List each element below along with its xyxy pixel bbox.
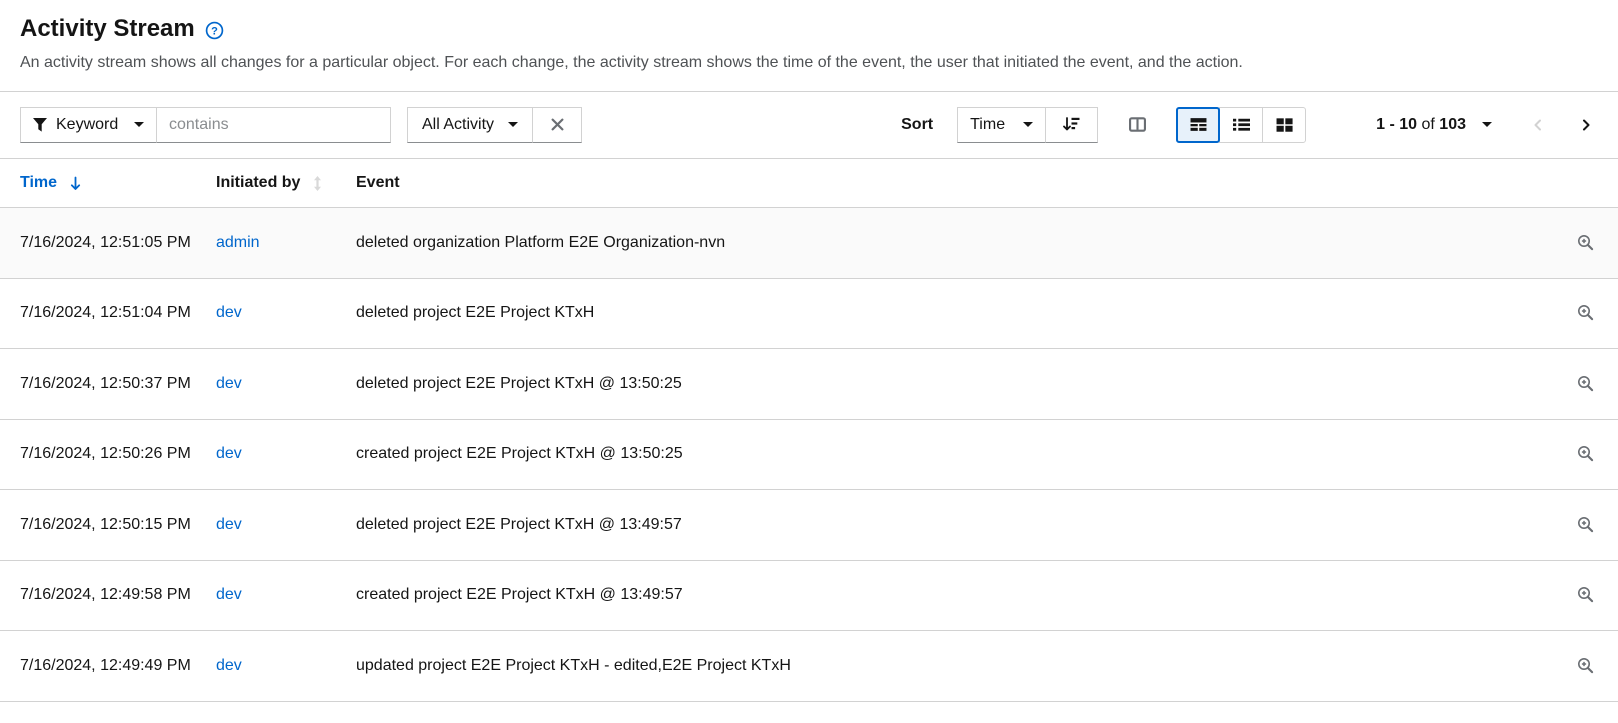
initiated-by-link[interactable]: dev [216, 304, 356, 322]
view-event-details-button[interactable] [1573, 371, 1598, 396]
sort-field-label: Time [970, 116, 1005, 134]
event-time: 7/16/2024, 12:51:05 PM [20, 234, 216, 252]
search-plus-icon [1577, 304, 1594, 321]
search-plus-icon [1577, 586, 1594, 603]
next-page-button[interactable] [1574, 113, 1598, 137]
view-event-details-button[interactable] [1573, 441, 1598, 466]
table-body: 7/16/2024, 12:51:05 PM admin deleted org… [0, 208, 1618, 702]
column-header-time[interactable]: Time [20, 174, 216, 192]
filter-icon [33, 118, 47, 132]
view-event-details-button[interactable] [1573, 230, 1598, 255]
event-time: 7/16/2024, 12:51:04 PM [20, 304, 216, 322]
event-description: deleted organization Platform E2E Organi… [356, 234, 1558, 252]
sort-label: Sort [901, 116, 933, 134]
help-button[interactable]: ? [205, 21, 224, 40]
event-description: deleted project E2E Project KTxH @ 13:50… [356, 375, 1558, 393]
card-view-icon [1276, 116, 1293, 133]
pagination-range-label: 1 - 10 of 103 [1376, 116, 1466, 134]
event-time: 7/16/2024, 12:50:15 PM [20, 516, 216, 534]
table-view-icon [1190, 116, 1207, 133]
initiated-by-link[interactable]: dev [216, 516, 356, 534]
search-plus-icon [1577, 516, 1594, 533]
table-row: 7/16/2024, 12:50:15 PM dev deleted proje… [0, 490, 1618, 561]
event-description: created project E2E Project KTxH @ 13:49… [356, 586, 1558, 604]
sort-amount-down-icon [1063, 117, 1080, 132]
chevron-right-icon [1579, 118, 1593, 132]
list-view-icon [1233, 116, 1250, 133]
page-header: Activity Stream ? An activity stream sho… [0, 0, 1618, 73]
search-plus-icon [1577, 375, 1594, 392]
sort-group: Time [957, 107, 1098, 143]
table-view-button[interactable] [1176, 107, 1220, 143]
event-time: 7/16/2024, 12:50:37 PM [20, 375, 216, 393]
search-plus-icon [1577, 445, 1594, 462]
initiated-by-link[interactable]: dev [216, 657, 356, 675]
chevron-down-icon [1023, 122, 1033, 127]
toolbar-right: Sort Time [901, 107, 1598, 143]
clear-filter-button[interactable] [532, 107, 582, 143]
previous-page-button[interactable] [1526, 113, 1550, 137]
event-description: updated project E2E Project KTxH - edite… [356, 657, 1558, 675]
initiated-by-link[interactable]: dev [216, 586, 356, 604]
chevron-down-icon [134, 122, 144, 127]
filter-attribute-label: Keyword [56, 116, 118, 134]
page-title: Activity Stream [20, 14, 195, 44]
per-page-dropdown[interactable] [1474, 122, 1500, 127]
table-header-row: Time Initiated by Event [0, 159, 1618, 208]
event-time: 7/16/2024, 12:50:26 PM [20, 445, 216, 463]
table-row: 7/16/2024, 12:50:26 PM dev created proje… [0, 420, 1618, 491]
initiated-by-link[interactable]: dev [216, 375, 356, 393]
view-event-details-button[interactable] [1573, 512, 1598, 537]
chevron-down-icon [508, 122, 518, 127]
activity-type-label: All Activity [422, 116, 494, 134]
column-header-initiated-by[interactable]: Initiated by [216, 174, 356, 192]
view-event-details-button[interactable] [1573, 300, 1598, 325]
list-view-button[interactable] [1219, 107, 1263, 143]
activity-type-dropdown[interactable]: All Activity [407, 107, 532, 143]
activity-table: Time Initiated by Event 7/16/2024, 12:51… [0, 159, 1618, 702]
activity-filter-group: All Activity [407, 107, 582, 143]
toolbar: Keyword All Activity Sort Time [0, 91, 1618, 159]
card-view-button[interactable] [1262, 107, 1306, 143]
search-input[interactable] [157, 107, 391, 143]
page-description: An activity stream shows all changes for… [20, 53, 1598, 73]
search-plus-icon [1577, 234, 1594, 251]
manage-columns-button[interactable] [1115, 107, 1159, 143]
search-plus-icon [1577, 657, 1594, 674]
event-description: created project E2E Project KTxH @ 13:50… [356, 445, 1558, 463]
event-time: 7/16/2024, 12:49:49 PM [20, 657, 216, 675]
pagination: 1 - 10 of 103 [1376, 113, 1598, 137]
table-row: 7/16/2024, 12:51:04 PM dev deleted proje… [0, 279, 1618, 350]
column-header-event: Event [356, 174, 1558, 192]
times-icon [551, 118, 564, 131]
event-time: 7/16/2024, 12:49:58 PM [20, 586, 216, 604]
filter-group: Keyword [20, 107, 391, 143]
question-circle-icon: ? [205, 21, 224, 40]
columns-icon [1129, 116, 1146, 133]
filter-attribute-dropdown[interactable]: Keyword [20, 107, 157, 143]
event-description: deleted project E2E Project KTxH [356, 304, 1558, 322]
chevron-down-icon [1482, 122, 1492, 127]
initiated-by-link[interactable]: admin [216, 234, 356, 252]
sortable-arrows-icon [313, 176, 322, 191]
sort-field-dropdown[interactable]: Time [957, 107, 1045, 143]
event-description: deleted project E2E Project KTxH @ 13:49… [356, 516, 1558, 534]
table-row: 7/16/2024, 12:51:05 PM admin deleted org… [0, 208, 1618, 279]
svg-text:?: ? [211, 25, 218, 37]
view-mode-toggle-group [1176, 107, 1306, 143]
sort-descending-arrow-icon [70, 176, 81, 191]
initiated-by-link[interactable]: dev [216, 445, 356, 463]
chevron-left-icon [1531, 118, 1545, 132]
view-event-details-button[interactable] [1573, 582, 1598, 607]
view-event-details-button[interactable] [1573, 653, 1598, 678]
sort-direction-button[interactable] [1045, 107, 1098, 143]
table-row: 7/16/2024, 12:49:58 PM dev created proje… [0, 561, 1618, 632]
table-row: 7/16/2024, 12:50:37 PM dev deleted proje… [0, 349, 1618, 420]
table-row: 7/16/2024, 12:49:49 PM dev updated proje… [0, 631, 1618, 702]
